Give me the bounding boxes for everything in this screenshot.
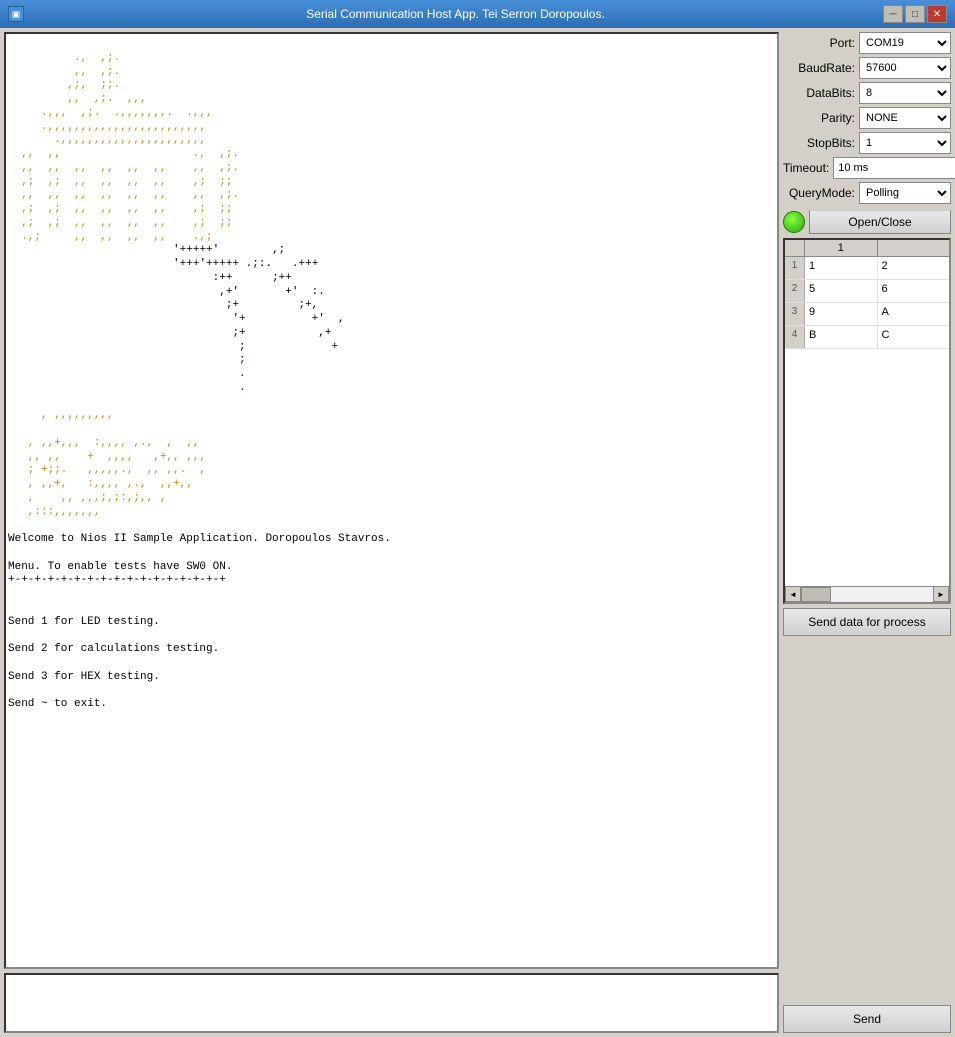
table-cell-1-1[interactable]: 1: [805, 257, 878, 279]
settings-section: Port: COM19 COM1 COM2 BaudRate: 57600 96…: [783, 32, 951, 204]
timeout-input[interactable]: [833, 157, 955, 179]
ascii-art-plus: '+++++' ,; '+++'+++++ .;:. .+++ :++ ;++ …: [8, 244, 345, 394]
table-cell-1-2[interactable]: 2: [878, 257, 950, 279]
databits-row: DataBits: 8 7 6: [783, 82, 951, 104]
option1-text: Send 1 for LED testing. Send 2 for calcu…: [8, 616, 219, 711]
data-table-body[interactable]: 1 1 2 2 5 6 3 9 A 4: [785, 257, 949, 586]
table-row-num-4: 4: [785, 326, 805, 348]
table-row-num-2: 2: [785, 280, 805, 302]
port-select[interactable]: COM19 COM1 COM2: [859, 32, 951, 54]
querymode-select[interactable]: Polling Interrupt: [859, 182, 951, 204]
timeout-spinner: ▲ ▼: [833, 157, 955, 179]
databits-select[interactable]: 8 7 6: [859, 82, 951, 104]
terminal-scroll[interactable]: ., ,;. ,, ,;. ,;, ;;. ,, ,;. ,,, .,,, ,;…: [6, 34, 777, 967]
table-cell-2-1[interactable]: 5: [805, 280, 878, 302]
ascii-art-2: .,,, ,;. .,,,,,,,. .,,, .,,,,,,,,,,,,,,,…: [8, 107, 213, 147]
minimize-button[interactable]: ─: [883, 5, 903, 23]
window-controls: ─ □ ✕: [883, 5, 947, 23]
send-button[interactable]: Send: [783, 1005, 951, 1033]
data-table-header: 1: [785, 240, 949, 257]
open-close-button[interactable]: Open/Close: [809, 210, 951, 234]
querymode-row: QueryMode: Polling Interrupt: [783, 182, 951, 204]
timeout-label: Timeout:: [783, 161, 829, 175]
welcome-text: Welcome to Nios II Sample Application. D…: [8, 533, 391, 545]
scrollbar-thumb[interactable]: [801, 587, 831, 602]
title-bar: ▣ Serial Communication Host App. Tei Ser…: [0, 0, 955, 28]
table-cell-3-2[interactable]: A: [878, 303, 950, 325]
menu-header: Menu. To enable tests have SW0 ON.: [8, 561, 232, 573]
open-close-row: Open/Close: [783, 210, 951, 234]
timeout-row: Timeout: ▲ ▼: [783, 157, 951, 179]
input-field[interactable]: [6, 975, 777, 1031]
status-indicator: [783, 211, 805, 233]
table-cell-4-1[interactable]: B: [805, 326, 878, 348]
table-col1-header: 1: [805, 240, 878, 256]
scrollbar-left-button[interactable]: ◄: [785, 586, 801, 602]
data-table-section: 1 1 1 2 2 5 6 3 9: [783, 238, 951, 604]
table-row: 1 1 2: [785, 257, 949, 280]
table-scrollbar: ◄ ►: [785, 586, 949, 602]
maximize-button[interactable]: □: [905, 5, 925, 23]
window-title: Serial Communication Host App. Tei Serro…: [28, 7, 883, 21]
close-button[interactable]: ✕: [927, 5, 947, 23]
table-cell-4-2[interactable]: C: [878, 326, 950, 348]
table-row-num-3: 3: [785, 303, 805, 325]
terminal-area: ., ,;. ,, ,;. ,;, ;;. ,, ,;. ,,, .,,, ,;…: [4, 32, 779, 969]
stopbits-label: StopBits:: [783, 136, 855, 150]
scrollbar-track[interactable]: [801, 587, 933, 602]
table-row: 3 9 A: [785, 303, 949, 326]
ascii-art-middle: , ,,,,,,,,, , ,,+,,, :,,,, ,., , ,, ,, ,…: [8, 409, 206, 517]
ascii-art-3: ,, ,, ., ,;. ,, ,, ,, ,, ,, ,, ,, ,;. ,;…: [8, 148, 239, 243]
table-row: 4 B C: [785, 326, 949, 349]
terminal-content: ., ,;. ,, ,;. ,;, ;;. ,, ,;. ,,, .,,, ,;…: [8, 38, 775, 726]
parity-select[interactable]: NONE EVEN ODD: [859, 107, 951, 129]
baudrate-row: BaudRate: 57600 9600 115200: [783, 57, 951, 79]
scrollbar-right-button[interactable]: ►: [933, 586, 949, 602]
table-row-num-1: 1: [785, 257, 805, 279]
stopbits-select[interactable]: 1 2: [859, 132, 951, 154]
table-col2-header: [878, 240, 950, 256]
send-data-button[interactable]: Send data for process: [783, 608, 951, 636]
parity-row: Parity: NONE EVEN ODD: [783, 107, 951, 129]
main-container: ., ,;. ,, ,;. ,;, ;;. ,, ,;. ,,, .,,, ,;…: [0, 28, 955, 1037]
baudrate-label: BaudRate:: [783, 61, 855, 75]
baudrate-select[interactable]: 57600 9600 115200: [859, 57, 951, 79]
table-row: 2 5 6: [785, 280, 949, 303]
querymode-label: QueryMode:: [783, 186, 855, 200]
stopbits-row: StopBits: 1 2: [783, 132, 951, 154]
port-label: Port:: [783, 36, 855, 50]
table-cell-2-2[interactable]: 6: [878, 280, 950, 302]
databits-label: DataBits:: [783, 86, 855, 100]
app-icon: ▣: [8, 6, 24, 22]
left-panel: ., ,;. ,, ,;. ,;, ;;. ,, ,;. ,,, .,,, ,;…: [4, 32, 779, 1033]
parity-label: Parity:: [783, 111, 855, 125]
separator-line: +-+-+-+-+-+-+-+-+-+-+-+-+-+-+-+-+: [8, 574, 226, 586]
spacer: [783, 640, 951, 1002]
ascii-art-1: ., ,;. ,, ,;. ,;, ;;. ,, ,;. ,,,: [8, 52, 147, 105]
table-cell-3-1[interactable]: 9: [805, 303, 878, 325]
input-area: [4, 973, 779, 1033]
port-row: Port: COM19 COM1 COM2: [783, 32, 951, 54]
right-panel: Port: COM19 COM1 COM2 BaudRate: 57600 96…: [783, 32, 951, 1033]
table-row-num-header: [785, 240, 805, 256]
